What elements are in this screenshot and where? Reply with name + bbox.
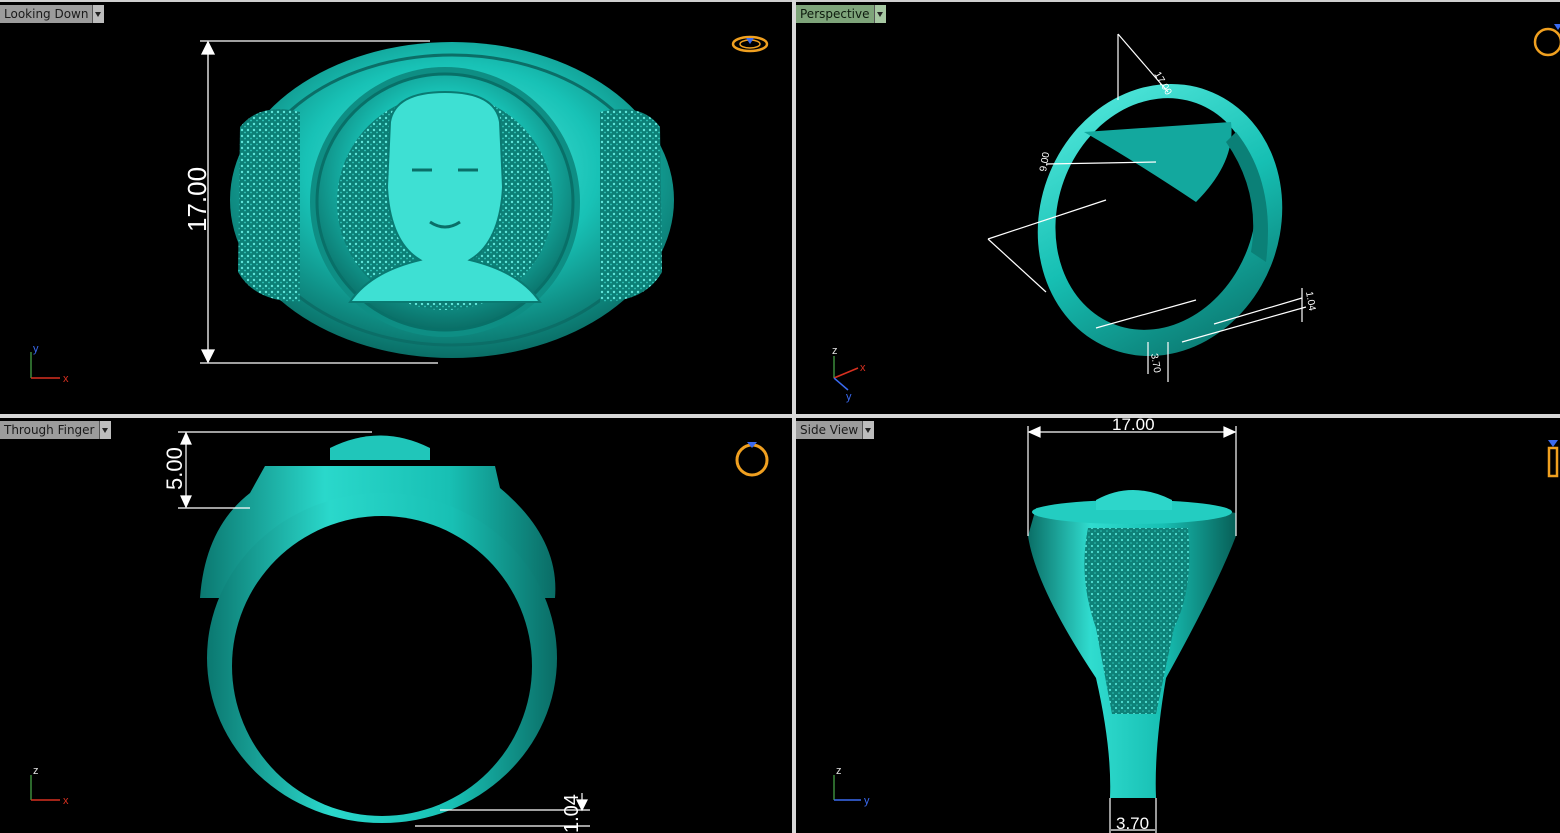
dim-label-5: 5.00 [162, 447, 187, 490]
ring-nav-icon[interactable] [735, 442, 769, 477]
axis-gizmo: z y [833, 765, 870, 807]
viewport-title: Perspective [796, 5, 874, 23]
ring-nav-icon[interactable] [1533, 24, 1560, 57]
viewport-title: Looking Down [0, 5, 93, 23]
viewport-side-view[interactable]: 17.00 3.70 z y Side View [796, 418, 1560, 833]
viewport-menu-arrow-icon[interactable] [873, 5, 886, 23]
axis-label-y: y [846, 391, 852, 403]
side-engraving-right [600, 109, 662, 302]
viewport-label-perspective[interactable]: Perspective [796, 5, 886, 23]
persp-dim-104: 1.04 [1303, 291, 1317, 313]
viewport-looking-down[interactable]: 17.00 y x Looking Down [0, 2, 792, 414]
viewport-menu-arrow-icon[interactable] [862, 421, 875, 439]
viewport-perspective[interactable]: 17.00 9.00 1.04 3.70 z x y Perspective [796, 2, 1560, 414]
viewport-splitter-horizontal[interactable] [0, 414, 1560, 418]
viewport-through-finger[interactable]: 5.00 1.04 z x Through Finger [0, 418, 792, 833]
axis-gizmo: z x y [832, 345, 866, 403]
axis-label-x: x [63, 795, 69, 807]
side-engraving-left [238, 109, 300, 302]
ring-nav-icon[interactable] [731, 35, 769, 53]
dim-label-17: 17.00 [1112, 418, 1155, 434]
looking-down-canvas: 17.00 y x [30, 35, 769, 385]
viewport-label-looking-down[interactable]: Looking Down [0, 5, 105, 23]
axis-gizmo: z x [30, 765, 69, 807]
viewport-title: Through Finger [0, 421, 99, 439]
viewport-label-side-view[interactable]: Side View [796, 421, 875, 439]
dim-label-37: 3.70 [1116, 814, 1149, 833]
axis-label-z: z [33, 765, 39, 777]
viewport-menu-arrow-icon[interactable] [98, 421, 111, 439]
dim-label-104: 1.04 [561, 794, 583, 833]
perspective-canvas: 17.00 9.00 1.04 3.70 z x y [832, 24, 1560, 403]
finger-hole [232, 516, 532, 816]
axis-label-x: x [860, 362, 866, 374]
persp-dim-9: 9.00 [1038, 151, 1052, 173]
persp-dim-37: 3.70 [1148, 353, 1162, 375]
side-view-canvas: 17.00 3.70 z y [833, 418, 1559, 833]
viewport-title: Side View [796, 421, 863, 439]
through-finger-canvas: 5.00 1.04 z x [30, 431, 769, 833]
viewport-menu-arrow-icon[interactable] [92, 5, 105, 23]
axis-label-y: y [864, 795, 870, 807]
axis-gizmo: y x [30, 343, 69, 385]
dim-label-17: 17.00 [182, 167, 212, 232]
axis-label-z: z [832, 345, 838, 357]
axis-label-y: y [33, 343, 39, 355]
axis-label-z: z [836, 765, 842, 777]
viewport-label-through-finger[interactable]: Through Finger [0, 421, 111, 439]
axis-label-x: x [63, 373, 69, 385]
ring-nav-icon[interactable] [1547, 440, 1559, 478]
